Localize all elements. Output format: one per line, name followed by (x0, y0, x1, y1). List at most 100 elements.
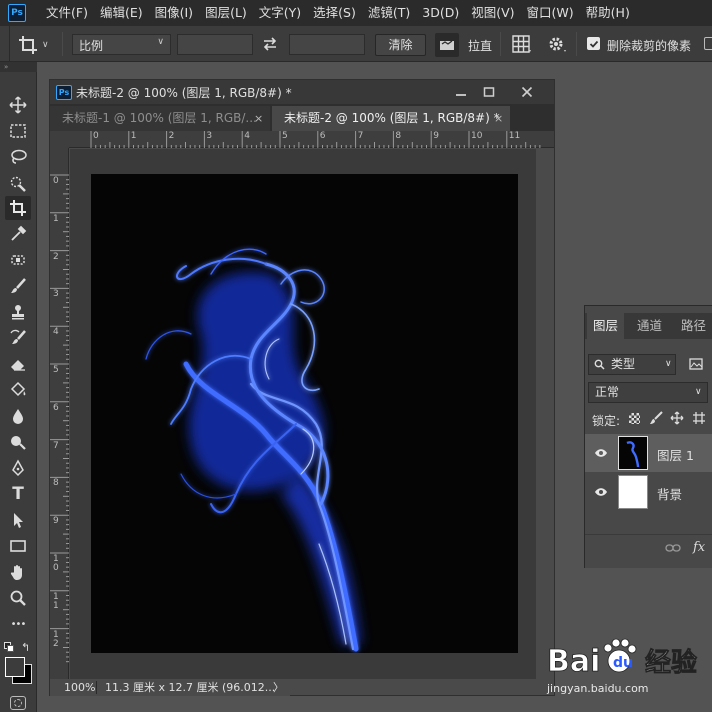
checkmark-icon (589, 40, 598, 48)
blend-mode-select[interactable]: 正常 ∨ (588, 382, 708, 403)
menu-view[interactable]: 视图(V) (465, 0, 520, 26)
path-select-tool-icon[interactable] (5, 508, 31, 532)
clear-button[interactable]: 清除 (375, 34, 426, 56)
marquee-tool-icon[interactable] (5, 119, 31, 143)
status-divider (96, 681, 97, 694)
menu-window[interactable]: 窗口(W) (521, 0, 580, 26)
canvas-pasteboard[interactable] (70, 149, 536, 679)
tab-channels[interactable]: 通道 (631, 313, 668, 339)
dodge-tool-icon[interactable] (5, 430, 31, 454)
quick-select-tool-icon[interactable] (5, 171, 31, 195)
menu-3d[interactable]: 3D(D) (416, 0, 465, 26)
ruler-label: 2 (168, 131, 175, 141)
menu-type[interactable]: 文字(Y) (253, 0, 307, 26)
layer-row-layer1[interactable]: 图层 1 (585, 434, 712, 472)
lasso-tool-icon[interactable] (5, 145, 31, 169)
status-menu-arrow[interactable]: 〉 (273, 679, 284, 696)
type-tool-icon[interactable]: T (5, 482, 31, 506)
height-field[interactable] (289, 34, 365, 55)
menu-select[interactable]: 选择(S) (307, 0, 362, 26)
swap-colors-icon[interactable]: ↰ (21, 641, 30, 654)
horizontal-scrollbar[interactable] (290, 679, 554, 695)
document-title: 未标题-2 @ 100% (图层 1, RGB/8#) * (76, 85, 292, 100)
eye-icon[interactable] (594, 485, 608, 499)
straighten-icon[interactable] (435, 33, 459, 57)
fx-button[interactable]: fx (693, 540, 705, 555)
overlay-grid-icon[interactable] (512, 35, 532, 56)
minimize-icon[interactable] (450, 84, 472, 100)
zoom-level[interactable]: 100% (64, 679, 95, 696)
hand-tool-icon[interactable] (5, 560, 31, 584)
paint-bucket-tool-icon[interactable] (5, 378, 31, 402)
link-layers-icon[interactable] (665, 543, 681, 553)
lock-position-icon[interactable] (670, 411, 684, 428)
tab-close-icon[interactable]: × (254, 106, 263, 131)
move-tool-icon[interactable] (5, 93, 31, 117)
quick-mask-icon[interactable] (10, 696, 26, 710)
pen-tool-icon[interactable] (5, 456, 31, 480)
lock-label: 锁定: (592, 414, 621, 428)
photoshop-logo: Ps (8, 4, 26, 22)
tab-untitled-1[interactable]: 未标题-1 @ 100% (图层 1, RGB/... × (50, 106, 270, 131)
ruler-label: 7 (357, 131, 364, 141)
layer-row-background[interactable]: 背景 (585, 473, 712, 511)
eye-icon[interactable] (594, 446, 608, 460)
swap-dimensions-icon[interactable] (262, 36, 278, 55)
history-brush-tool-icon[interactable] (5, 326, 31, 350)
ruler-label: 5 (282, 131, 288, 141)
vertical-scrollbar[interactable] (538, 149, 554, 679)
brush-tool-icon[interactable] (5, 274, 31, 298)
tab-paths[interactable]: 路径 (675, 313, 712, 339)
menu-filter[interactable]: 滤镜(T) (362, 0, 416, 26)
menu-help[interactable]: 帮助(H) (580, 0, 636, 26)
tab-label: 未标题-2 @ 100% (图层 1, RGB/8#) * (284, 111, 500, 125)
blur-tool-icon[interactable] (5, 404, 31, 428)
maximize-icon[interactable] (478, 84, 500, 100)
crop-tool-icon[interactable] (5, 196, 31, 220)
close-icon[interactable] (516, 84, 538, 100)
ruler-label: 9 (433, 131, 439, 141)
document-titlebar[interactable]: Ps 未标题-2 @ 100% (图层 1, RGB/8#) * (50, 80, 554, 104)
eyedropper-tool-icon[interactable] (5, 222, 31, 246)
tab-layers[interactable]: 图层 (587, 313, 625, 339)
chevron-down-icon: ∨ (695, 387, 702, 397)
zoom-tool-icon[interactable] (5, 586, 31, 610)
menu-file[interactable]: 文件(F) (40, 0, 94, 26)
layer-thumbnail (618, 475, 648, 509)
default-colors-icon[interactable] (4, 642, 14, 652)
ruler-origin[interactable] (50, 131, 69, 148)
canvas-image[interactable] (91, 174, 518, 653)
ruler-label: 9 (53, 516, 59, 527)
delete-cropped-label: 删除裁剪的像素 (607, 39, 692, 53)
crop-preset-picker[interactable]: ∨ (18, 34, 54, 56)
tab-untitled-2[interactable]: 未标题-2 @ 100% (图层 1, RGB/8#) * × (272, 106, 510, 131)
ratio-select[interactable]: 比例 ∨ (72, 34, 171, 55)
rectangle-tool-icon[interactable] (5, 534, 31, 558)
lock-pixels-brush-icon[interactable] (649, 411, 663, 428)
toolbar-collapse-icon[interactable]: » (0, 62, 37, 72)
menu-edit[interactable]: 编辑(E) (94, 0, 149, 26)
vertical-ruler[interactable]: 0 1 2 3 4 5 6 7 8 9 1 0 1 1 1 2 (50, 148, 69, 679)
more-tools-icon[interactable]: ••• (5, 612, 31, 636)
width-field[interactable] (177, 34, 253, 55)
healing-tool-icon[interactable] (5, 248, 31, 272)
stamp-tool-icon[interactable] (5, 300, 31, 324)
menu-image[interactable]: 图像(I) (149, 0, 199, 26)
blue-smoke-image (145, 248, 361, 652)
ruler-label: 0 (53, 176, 59, 186)
content-aware-checkbox[interactable] (704, 37, 712, 50)
foreground-color-swatch[interactable] (5, 657, 25, 677)
layer-filter-select[interactable]: 类型 ∨ (588, 354, 676, 375)
image-filter-icon[interactable] (689, 358, 703, 373)
delete-cropped-checkbox[interactable] (587, 37, 600, 50)
lock-artboard-icon[interactable] (692, 411, 706, 428)
straighten-label: 拉直 (468, 39, 493, 53)
ruler-label: 4 (244, 131, 250, 141)
menu-layer[interactable]: 图层(L) (199, 0, 253, 26)
horizontal-ruler[interactable]: 0 1 2 3 4 5 6 7 8 9 10 11 (69, 131, 554, 148)
options-grip[interactable] (2, 26, 10, 62)
lock-transparency-icon[interactable] (629, 413, 640, 424)
eraser-tool-icon[interactable] (5, 352, 31, 376)
gear-icon[interactable] (547, 35, 567, 56)
tab-close-icon[interactable]: × (494, 106, 503, 131)
